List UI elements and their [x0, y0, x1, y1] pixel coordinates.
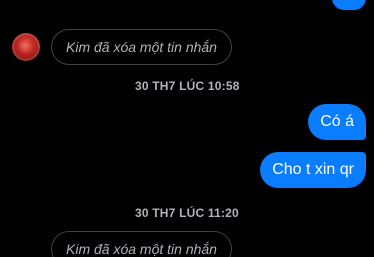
message-timestamp: 30 TH7 LÚC 10:58 — [135, 79, 240, 93]
contact-avatar[interactable] — [12, 33, 40, 61]
deleted-message-bubble[interactable]: Kim đã xóa một tin nhắn — [51, 29, 232, 65]
outgoing-message-bubble[interactable]: Cho t xin qr — [260, 152, 366, 188]
outgoing-message-bubble[interactable]: Có á — [308, 104, 366, 140]
chat-thread: Kim đã xóa một tin nhắn 30 TH7 LÚC 10:58… — [0, 0, 374, 257]
deleted-message-bubble[interactable]: Kim đã xóa một tin nhắn — [51, 231, 232, 257]
message-timestamp: 30 TH7 LÚC 11:20 — [135, 206, 239, 220]
outgoing-message-bubble-partial[interactable] — [332, 0, 366, 10]
